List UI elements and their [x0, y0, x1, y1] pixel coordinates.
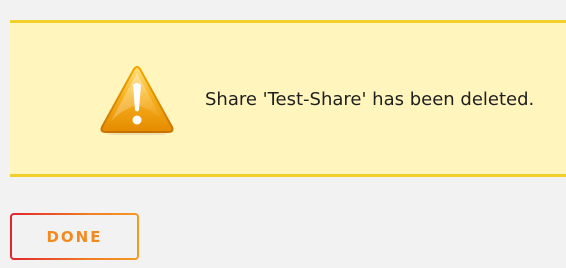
status-message: Share 'Test-Share' has been deleted.	[205, 89, 535, 110]
done-button-label: DONE	[46, 227, 103, 246]
warning-icon	[99, 65, 175, 135]
done-button[interactable]: DONE	[10, 213, 139, 260]
notification-banner: Share 'Test-Share' has been deleted.	[10, 20, 566, 177]
